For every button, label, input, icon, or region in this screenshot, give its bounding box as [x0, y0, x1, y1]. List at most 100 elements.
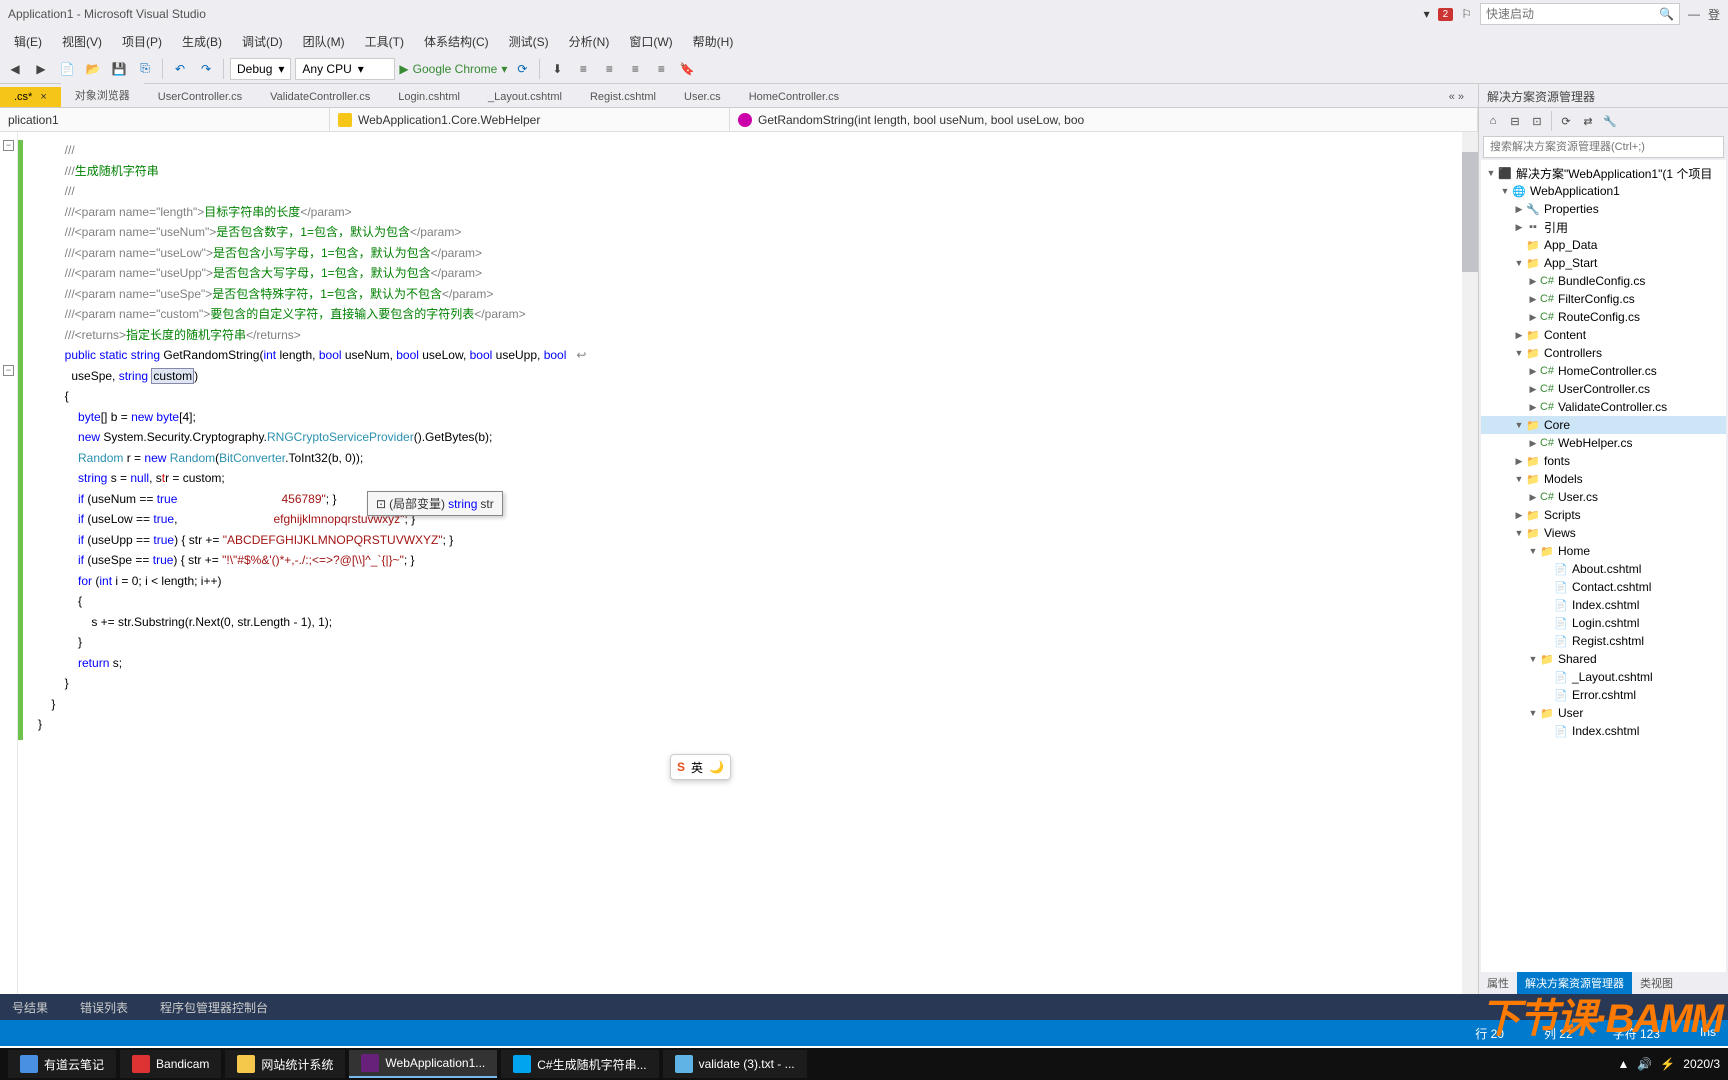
- tree-node[interactable]: 📄Contact.cshtml: [1481, 578, 1726, 596]
- ime-toolbar[interactable]: S 英 🌙: [670, 754, 731, 780]
- minimize-icon[interactable]: —: [1688, 7, 1700, 21]
- outdent-icon[interactable]: ≡: [598, 58, 620, 80]
- taskbar-item[interactable]: 有道云笔记: [8, 1050, 116, 1078]
- tree-node[interactable]: 📄Login.cshtml: [1481, 614, 1726, 632]
- quick-launch-box[interactable]: 🔍: [1480, 3, 1680, 25]
- back-icon[interactable]: ◀: [4, 58, 26, 80]
- refresh-icon[interactable]: ⟳: [1556, 111, 1576, 131]
- sync-icon[interactable]: ⇄: [1578, 111, 1598, 131]
- tree-node[interactable]: ▶C#RouteConfig.cs: [1481, 308, 1726, 326]
- file-tab[interactable]: UserController.cs: [144, 87, 256, 107]
- taskbar-item[interactable]: C#生成随机字符串...: [501, 1050, 658, 1078]
- tree-node[interactable]: ▼📁Views: [1481, 524, 1726, 542]
- tree-node[interactable]: 📄Regist.cshtml: [1481, 632, 1726, 650]
- config-combo[interactable]: Debug▾: [230, 58, 291, 80]
- notification-badge[interactable]: 2: [1438, 8, 1454, 21]
- tab-overflow[interactable]: « »: [1435, 87, 1478, 107]
- solution-search-input[interactable]: [1483, 136, 1724, 158]
- tree-node[interactable]: ▼📁Controllers: [1481, 344, 1726, 362]
- flag-icon[interactable]: ▾: [1424, 7, 1430, 21]
- tray-icon[interactable]: ⚡: [1660, 1057, 1675, 1071]
- file-tab[interactable]: Regist.cshtml: [576, 87, 670, 107]
- forward-icon[interactable]: ▶: [30, 58, 52, 80]
- fold-toggle[interactable]: −: [3, 365, 14, 376]
- indent-icon[interactable]: ≡: [572, 58, 594, 80]
- file-tab[interactable]: Login.cshtml: [384, 87, 474, 107]
- output-tab[interactable]: 错误列表: [72, 997, 136, 1018]
- tree-node[interactable]: ▼📁Models: [1481, 470, 1726, 488]
- tree-node[interactable]: 📄About.cshtml: [1481, 560, 1726, 578]
- solution-search[interactable]: [1483, 136, 1724, 158]
- tree-node[interactable]: ▶C#WebHelper.cs: [1481, 434, 1726, 452]
- tree-node[interactable]: ▼📁App_Start: [1481, 254, 1726, 272]
- tray-icon[interactable]: ▲: [1618, 1057, 1630, 1071]
- show-all-icon[interactable]: ⊡: [1527, 111, 1547, 131]
- taskbar-item[interactable]: Bandicam: [120, 1050, 221, 1078]
- tree-node[interactable]: ▶📁fonts: [1481, 452, 1726, 470]
- menu-item[interactable]: 生成(B): [172, 33, 232, 50]
- file-tab[interactable]: _Layout.cshtml: [474, 87, 576, 107]
- tree-node[interactable]: ▼🌐WebApplication1: [1481, 182, 1726, 200]
- tree-node[interactable]: ▶📁Scripts: [1481, 506, 1726, 524]
- code-editor[interactable]: − − /// ///生成随机字符串 /// ///<param name="l…: [0, 132, 1478, 994]
- tree-node[interactable]: ▶C#UserController.cs: [1481, 380, 1726, 398]
- tree-node[interactable]: 📄Index.cshtml: [1481, 722, 1726, 740]
- menu-item[interactable]: 辑(E): [4, 33, 52, 50]
- taskbar-item[interactable]: validate (3).txt - ...: [663, 1050, 807, 1078]
- open-icon[interactable]: 📂: [82, 58, 104, 80]
- tree-node[interactable]: ▼📁Home: [1481, 542, 1726, 560]
- tree-node[interactable]: ▶C#HomeController.cs: [1481, 362, 1726, 380]
- save-all-icon[interactable]: ⎘: [134, 58, 156, 80]
- class-combo[interactable]: WebApplication1.Core.WebHelper: [330, 108, 730, 131]
- tray-icon[interactable]: 🔊: [1637, 1057, 1652, 1071]
- tree-node[interactable]: ▶C#User.cs: [1481, 488, 1726, 506]
- menu-item[interactable]: 团队(M): [293, 33, 355, 50]
- tree-node[interactable]: ▶🔧Properties: [1481, 200, 1726, 218]
- uncomment-icon[interactable]: ≡: [650, 58, 672, 80]
- ime-lang[interactable]: 英: [691, 759, 703, 776]
- output-tab[interactable]: 程序包管理器控制台: [152, 997, 276, 1018]
- menu-item[interactable]: 帮助(H): [683, 33, 744, 50]
- new-project-icon[interactable]: 📄: [56, 58, 78, 80]
- feedback-icon[interactable]: ⚐: [1461, 7, 1472, 21]
- run-button[interactable]: ▶ Google Chrome ▾: [399, 62, 507, 76]
- menu-item[interactable]: 调试(D): [232, 33, 293, 50]
- tree-node[interactable]: ▶▪▪引用: [1481, 218, 1726, 236]
- tree-node[interactable]: ▶📁Content: [1481, 326, 1726, 344]
- menu-item[interactable]: 视图(V): [52, 33, 112, 50]
- tree-node[interactable]: ▼📁Shared: [1481, 650, 1726, 668]
- clock[interactable]: 2020/3: [1683, 1057, 1720, 1071]
- tree-node[interactable]: ▼📁User: [1481, 704, 1726, 722]
- fold-toggle[interactable]: −: [3, 140, 14, 151]
- properties-icon[interactable]: 🔧: [1600, 111, 1620, 131]
- platform-combo[interactable]: Any CPU▾: [295, 58, 395, 80]
- tree-node[interactable]: ▼⬛解决方案"WebApplication1"(1 个项目: [1481, 164, 1726, 182]
- moon-icon[interactable]: 🌙: [709, 760, 724, 774]
- bookmark-icon[interactable]: 🔖: [676, 58, 698, 80]
- output-tab[interactable]: 号结果: [4, 997, 56, 1018]
- file-tab[interactable]: 对象浏览器: [61, 83, 144, 107]
- file-tab[interactable]: .cs*: [0, 87, 61, 107]
- menu-item[interactable]: 工具(T): [355, 33, 414, 50]
- solution-tree[interactable]: ▼⬛解决方案"WebApplication1"(1 个项目▼🌐WebApplic…: [1481, 160, 1726, 972]
- tree-node[interactable]: 📁App_Data: [1481, 236, 1726, 254]
- home-icon[interactable]: ⌂: [1483, 111, 1503, 131]
- taskbar-item[interactable]: WebApplication1...: [349, 1050, 497, 1078]
- comment-icon[interactable]: ≡: [624, 58, 646, 80]
- redo-icon[interactable]: ↷: [195, 58, 217, 80]
- undo-icon[interactable]: ↶: [169, 58, 191, 80]
- refresh-icon[interactable]: ⟳: [511, 58, 533, 80]
- member-combo[interactable]: GetRandomString(int length, bool useNum,…: [730, 108, 1478, 131]
- tree-node[interactable]: ▶C#FilterConfig.cs: [1481, 290, 1726, 308]
- tree-node[interactable]: 📄_Layout.cshtml: [1481, 668, 1726, 686]
- menu-item[interactable]: 体系结构(C): [414, 33, 499, 50]
- menu-item[interactable]: 项目(P): [112, 33, 172, 50]
- scrollbar[interactable]: [1462, 132, 1478, 994]
- file-tab[interactable]: HomeController.cs: [735, 87, 853, 107]
- file-tab[interactable]: User.cs: [670, 87, 735, 107]
- step-icon[interactable]: ⬇: [546, 58, 568, 80]
- sogou-icon[interactable]: S: [677, 760, 685, 774]
- taskbar-item[interactable]: 网站统计系统: [225, 1050, 345, 1078]
- menu-item[interactable]: 窗口(W): [619, 33, 682, 50]
- tree-node[interactable]: 📄Error.cshtml: [1481, 686, 1726, 704]
